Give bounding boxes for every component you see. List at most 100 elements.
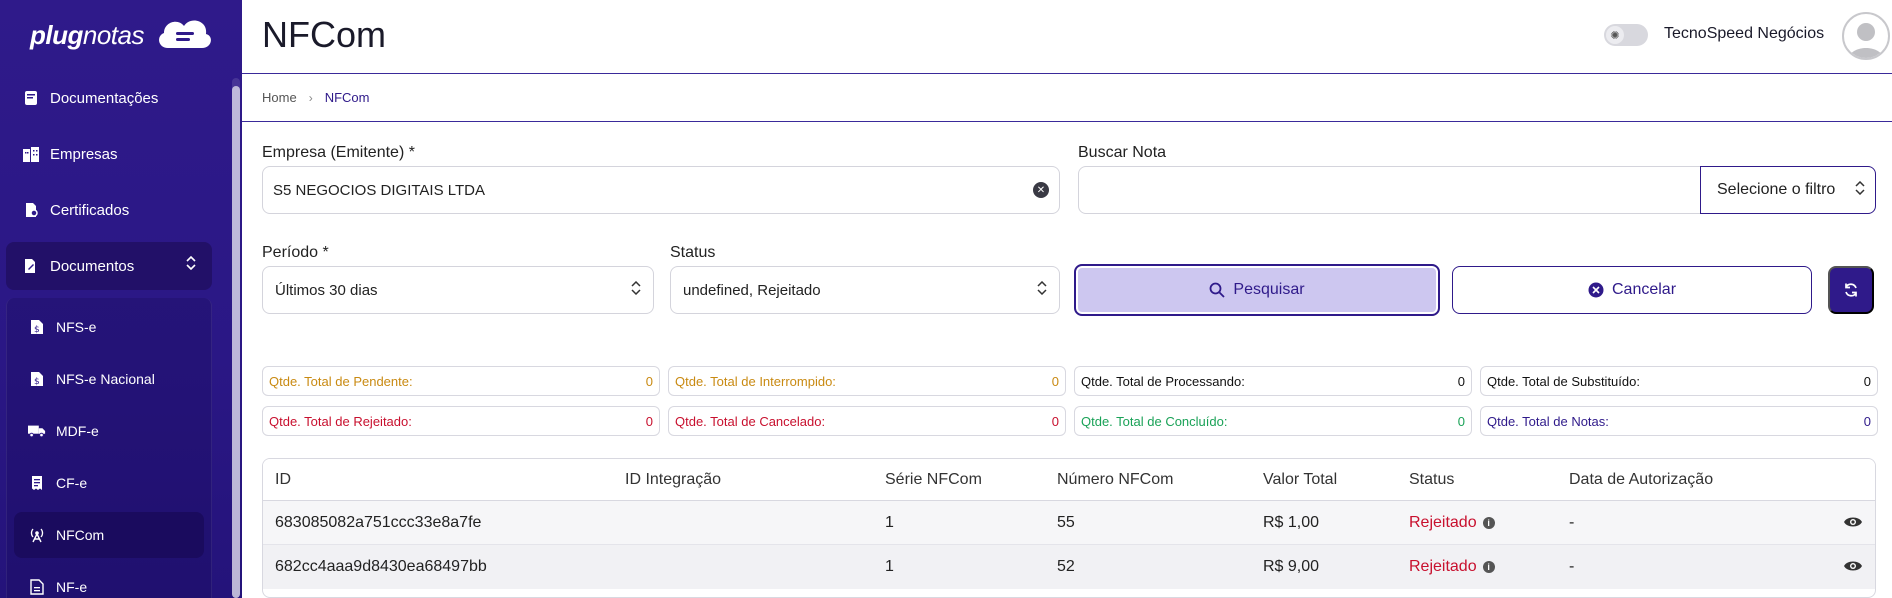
chevron-updown-icon [186, 255, 196, 273]
column-header-data-autorizacao[interactable]: Data de Autorização [1569, 471, 1713, 489]
column-header-id-integracao[interactable]: ID Integração [625, 471, 721, 489]
document-dollar-icon: $ [28, 370, 46, 388]
stat-label: Qtde. Total de Notas: [1487, 413, 1609, 429]
stat-value: 0 [645, 414, 653, 429]
cell-status: Rejeitado i [1409, 514, 1495, 532]
stat-value: 0 [645, 374, 653, 389]
status-select[interactable]: undefined, Rejeitado [670, 266, 1060, 314]
sidebar-scrollbar-thumb[interactable] [232, 86, 240, 598]
column-header-id[interactable]: ID [275, 471, 291, 489]
theme-toggle[interactable]: ✺ [1604, 24, 1648, 46]
stat-value: 0 [1051, 414, 1059, 429]
page-title: NFCom [262, 14, 386, 55]
sidebar-item-label: Certificados [50, 201, 130, 219]
sidebar-item-label: NFS-e [56, 319, 97, 335]
cancel-circle-icon [1588, 282, 1604, 298]
empresa-value: S5 NEGOCIOS DIGITAIS LTDA [273, 181, 485, 199]
buscar-nota-input[interactable] [1078, 166, 1702, 214]
eye-icon[interactable] [1843, 515, 1863, 529]
refresh-icon [1845, 283, 1857, 297]
plugnotas-logo[interactable]: plugnotas [30, 10, 214, 60]
refresh-button[interactable] [1828, 266, 1874, 314]
breadcrumb: Home › NFCom [262, 90, 369, 105]
stat-box: Qtde. Total de Pendente: 0 [262, 366, 660, 396]
chevron-updown-icon [631, 280, 641, 297]
search-button-label: Pesquisar [1233, 281, 1305, 298]
sidebar-group-label: Documentos [50, 257, 135, 275]
table-row[interactable]: 682cc4aaa9d8430ea68497bb 1 52 R$ 9,00 Re… [263, 545, 1875, 589]
sidebar: plugnotas Documentações Empresas Certifi… [0, 0, 242, 598]
cell-serie: 1 [885, 514, 894, 531]
stat-box: Qtde. Total de Interrompido: 0 [668, 366, 1066, 396]
cancel-button[interactable]: Cancelar [1452, 266, 1812, 314]
sidebar-item-mdfe[interactable]: MDF-e [14, 408, 204, 454]
sidebar-item-label: Empresas [50, 145, 118, 163]
info-icon[interactable]: i [1482, 561, 1495, 573]
sidebar-item-certificados[interactable]: Certificados [8, 186, 212, 234]
antenna-icon [28, 526, 46, 544]
status-text: Rejeitado [1409, 558, 1477, 575]
breadcrumb-bar: Home › NFCom [242, 74, 1892, 122]
avatar[interactable] [1842, 12, 1890, 60]
status-value: undefined, Rejeitado [683, 281, 821, 299]
cell-numero: 52 [1057, 558, 1075, 575]
sidebar-item-nfe[interactable]: NF-e [14, 564, 204, 598]
stat-label: Qtde. Total de Rejeitado: [269, 413, 412, 429]
stat-value: 0 [1863, 414, 1871, 429]
column-header-serie[interactable]: Série NFCom [885, 471, 982, 489]
stat-label: Qtde. Total de Cancelado: [675, 413, 826, 429]
sidebar-scrollbar[interactable] [232, 78, 240, 598]
filter-select-value: Selecione o filtro [1717, 181, 1836, 198]
column-header-valor[interactable]: Valor Total [1263, 471, 1337, 489]
eye-icon[interactable] [1843, 559, 1863, 573]
sidebar-item-label: CF-e [56, 475, 88, 491]
sidebar-item-cfe[interactable]: CF-e [14, 460, 204, 506]
stat-label: Qtde. Total de Concluído: [1081, 413, 1228, 429]
sidebar-item-empresas[interactable]: Empresas [8, 130, 212, 178]
cell-id: 682cc4aaa9d8430ea68497bb [275, 558, 487, 575]
cell-serie: 1 [885, 558, 894, 575]
stat-label: Qtde. Total de Processando: [1081, 373, 1245, 389]
truck-icon [28, 422, 46, 440]
cancel-button-label: Cancelar [1611, 281, 1677, 298]
cell-id: 683085082a751ccc33e8a7fe [275, 514, 482, 531]
stat-value: 0 [1051, 374, 1059, 389]
clear-icon[interactable]: ✕ [1033, 182, 1049, 198]
sidebar-item-nfcom[interactable]: NFCom [14, 512, 204, 558]
cell-valor: R$ 1,00 [1263, 514, 1320, 531]
chevron-updown-icon [1037, 280, 1047, 297]
stat-value: 0 [1457, 414, 1465, 429]
search-icon [1210, 282, 1226, 298]
status-text: Rejeitado [1409, 514, 1477, 531]
table-row[interactable]: 683085082a751ccc33e8a7fe 1 55 R$ 1,00 Re… [263, 501, 1875, 545]
column-header-numero[interactable]: Número NFCom [1057, 471, 1173, 489]
user-avatar-icon [1848, 23, 1884, 58]
periodo-select[interactable]: Últimos 30 dias [262, 266, 654, 314]
empresa-select[interactable]: S5 NEGOCIOS DIGITAIS LTDA ✕ [262, 166, 1060, 214]
document-dollar-icon: $ [28, 318, 46, 336]
column-header-status[interactable]: Status [1409, 471, 1454, 489]
stat-box: Qtde. Total de Substituído: 0 [1480, 366, 1878, 396]
info-icon[interactable]: i [1482, 517, 1495, 529]
chevron-right-icon: › [308, 90, 313, 105]
search-button[interactable]: Pesquisar [1074, 264, 1440, 316]
breadcrumb-current: NFCom [324, 90, 370, 105]
breadcrumb-home[interactable]: Home [262, 90, 297, 105]
periodo-value: Últimos 30 dias [275, 281, 378, 299]
book-icon [22, 89, 40, 107]
document-icon [28, 578, 46, 596]
stat-box: Qtde. Total de Processando: 0 [1074, 366, 1472, 396]
stat-box: Qtde. Total de Rejeitado: 0 [262, 406, 660, 436]
status-label: Status [670, 244, 716, 261]
buscar-nota-label: Buscar Nota [1078, 144, 1167, 161]
stat-label: Qtde. Total de Substituído: [1487, 373, 1640, 389]
cell-status: Rejeitado i [1409, 558, 1495, 576]
company-name[interactable]: TecnoSpeed Negócios [1664, 25, 1824, 43]
sidebar-item-documentacoes[interactable]: Documentações [8, 74, 212, 122]
sidebar-group-documentos[interactable]: Documentos [6, 242, 212, 290]
svg-text:$: $ [34, 325, 40, 335]
sidebar-item-nfse-nacional[interactable]: $ NFS-e Nacional [14, 356, 204, 402]
filter-select[interactable]: Selecione o filtro [1700, 166, 1876, 214]
sidebar-item-nfse[interactable]: $ NFS-e [14, 304, 204, 350]
stat-value: 0 [1863, 374, 1871, 389]
